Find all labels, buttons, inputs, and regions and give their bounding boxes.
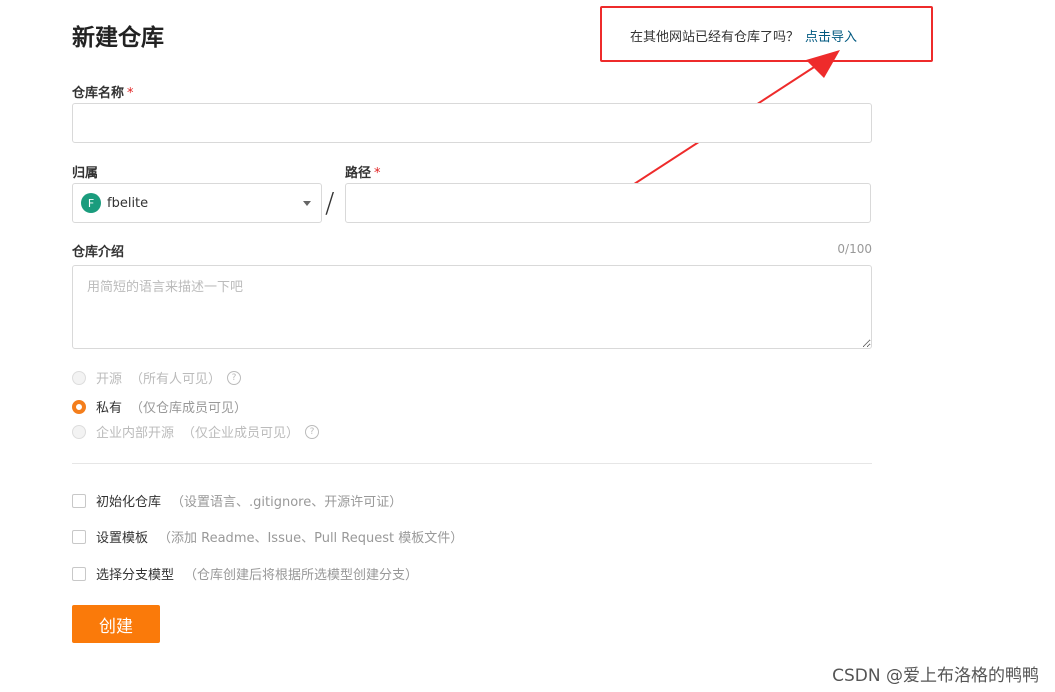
repo-name-input[interactable] xyxy=(72,103,872,143)
option-init-repo-hint: （设置语言、.gitignore、开源许可证） xyxy=(171,495,403,510)
help-icon[interactable]: ? xyxy=(227,370,242,385)
path-label: 路径 * xyxy=(345,162,381,181)
visibility-enterprise[interactable]: 企业内部开源 （仅企业成员可见） ? xyxy=(72,422,320,441)
description-textarea[interactable] xyxy=(72,265,872,349)
option-branch-model-label: 选择分支模型 xyxy=(96,568,175,583)
watermark: CSDN @爱上布洛格的鸭鸭 xyxy=(832,666,1039,686)
owner-value: fbelite xyxy=(107,195,149,211)
create-button[interactable]: 创建 xyxy=(72,605,160,643)
path-separator: / xyxy=(325,186,335,219)
import-question: 在其他网站已经有仓库了吗？ xyxy=(630,30,800,45)
required-mark: * xyxy=(374,166,381,181)
divider xyxy=(72,463,872,464)
repo-name-label: 仓库名称 * xyxy=(72,82,134,101)
owner-select[interactable]: F fbelite xyxy=(72,183,322,223)
visibility-public[interactable]: 开源 （所有人可见） ? xyxy=(72,368,242,387)
import-callout: 在其他网站已经有仓库了吗？ 点击导入 xyxy=(600,6,933,62)
visibility-public-hint: （所有人可见） xyxy=(130,372,222,387)
checkbox-branch-model[interactable] xyxy=(72,566,86,581)
description-counter: 0/100 xyxy=(837,242,872,256)
option-branch-model-hint: （仓库创建后将根据所选模型创建分支） xyxy=(184,568,419,583)
owner-label: 归属 xyxy=(72,166,99,181)
avatar: F xyxy=(81,193,101,213)
visibility-private-hint: （仅仓库成员可见） xyxy=(130,401,248,416)
repo-name-label-text: 仓库名称 xyxy=(72,86,125,101)
option-template[interactable]: 设置模板 （添加 Readme、Issue、Pull Request 模板文件） xyxy=(72,527,463,546)
visibility-enterprise-label: 企业内部开源 xyxy=(96,426,175,441)
required-mark: * xyxy=(127,86,134,101)
radio-enterprise[interactable] xyxy=(72,424,86,439)
visibility-private[interactable]: 私有 （仅仓库成员可见） xyxy=(72,397,247,416)
path-input[interactable] xyxy=(345,183,871,223)
chevron-down-icon xyxy=(303,201,311,206)
visibility-private-label: 私有 xyxy=(96,401,123,416)
option-branch-model[interactable]: 选择分支模型 （仓库创建后将根据所选模型创建分支） xyxy=(72,564,418,583)
checkbox-init-repo[interactable] xyxy=(72,493,86,508)
option-template-label: 设置模板 xyxy=(96,531,149,546)
option-init-repo-label: 初始化仓库 xyxy=(96,495,162,510)
path-label-text: 路径 xyxy=(345,166,372,181)
option-init-repo[interactable]: 初始化仓库 （设置语言、.gitignore、开源许可证） xyxy=(72,491,402,510)
option-template-hint: （添加 Readme、Issue、Pull Request 模板文件） xyxy=(158,531,464,546)
help-icon[interactable]: ? xyxy=(305,424,320,439)
description-label: 仓库介绍 xyxy=(72,245,125,260)
visibility-public-label: 开源 xyxy=(96,372,123,387)
page-title: 新建仓库 xyxy=(72,25,164,51)
checkbox-template[interactable] xyxy=(72,529,86,544)
visibility-enterprise-hint: （仅企业成员可见） xyxy=(182,426,300,441)
radio-private[interactable] xyxy=(72,399,86,414)
import-link[interactable]: 点击导入 xyxy=(805,30,857,45)
radio-public[interactable] xyxy=(72,370,86,385)
import-callout-text: 在其他网站已经有仓库了吗？ 点击导入 xyxy=(630,26,857,45)
